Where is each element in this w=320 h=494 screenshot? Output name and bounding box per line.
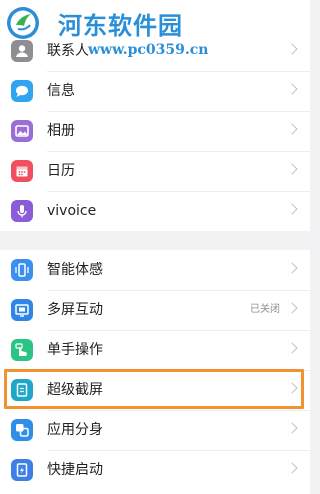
album-icon [11, 120, 33, 142]
chevron-right-icon [286, 342, 298, 354]
chevron-right-icon [286, 163, 298, 175]
quick-launch-icon [11, 459, 33, 481]
microphone-icon [11, 200, 33, 222]
contacts-icon [11, 40, 33, 62]
highlight-box [4, 369, 304, 409]
calendar-icon [11, 160, 33, 182]
chevron-right-icon [286, 262, 298, 274]
settings-row-app-clone[interactable]: 应用分身 [0, 410, 310, 450]
settings-row-messages[interactable]: 信息 [0, 71, 310, 111]
settings-row-label: 多屏互动 [47, 302, 103, 318]
settings-row-label: 单手操作 [47, 342, 103, 358]
chevron-right-icon [286, 302, 298, 314]
chevron-right-icon [286, 43, 298, 55]
settings-row-vivoice[interactable]: vivoice [0, 191, 310, 231]
settings-group-apps: 联系人 信息 相册 日历 vivoice [0, 0, 310, 231]
chevron-right-icon [286, 462, 298, 474]
settings-row-one-hand[interactable]: 单手操作 [0, 330, 310, 370]
messages-icon [11, 80, 33, 102]
settings-row-label: 日历 [47, 163, 75, 179]
multiscreen-icon [11, 299, 33, 321]
settings-row-label: 快捷启动 [47, 462, 103, 478]
settings-row-label: 信息 [47, 83, 75, 99]
status-text: 已关闭 [250, 304, 280, 315]
settings-row-label: 相册 [47, 123, 75, 139]
chevron-right-icon [286, 422, 298, 434]
settings-row-label: 联系人 [47, 43, 89, 59]
settings-row-multiscreen[interactable]: 多屏互动 已关闭 [0, 290, 310, 330]
app-clone-icon [11, 419, 33, 441]
settings-row-smart-motion[interactable]: 智能体感 [0, 250, 310, 290]
settings-row-label: vivoice [47, 203, 97, 219]
chevron-right-icon [286, 83, 298, 95]
one-hand-icon [11, 339, 33, 361]
settings-row-album[interactable]: 相册 [0, 111, 310, 151]
motion-icon [11, 259, 33, 281]
settings-row-calendar[interactable]: 日历 [0, 151, 310, 191]
settings-row-quick-launch[interactable]: 快捷启动 [0, 450, 310, 490]
chevron-right-icon [286, 203, 298, 215]
settings-row-contacts[interactable]: 联系人 [0, 31, 310, 71]
settings-row-label: 智能体感 [47, 262, 103, 278]
chevron-right-icon [286, 123, 298, 135]
settings-row-label: 应用分身 [47, 422, 103, 438]
